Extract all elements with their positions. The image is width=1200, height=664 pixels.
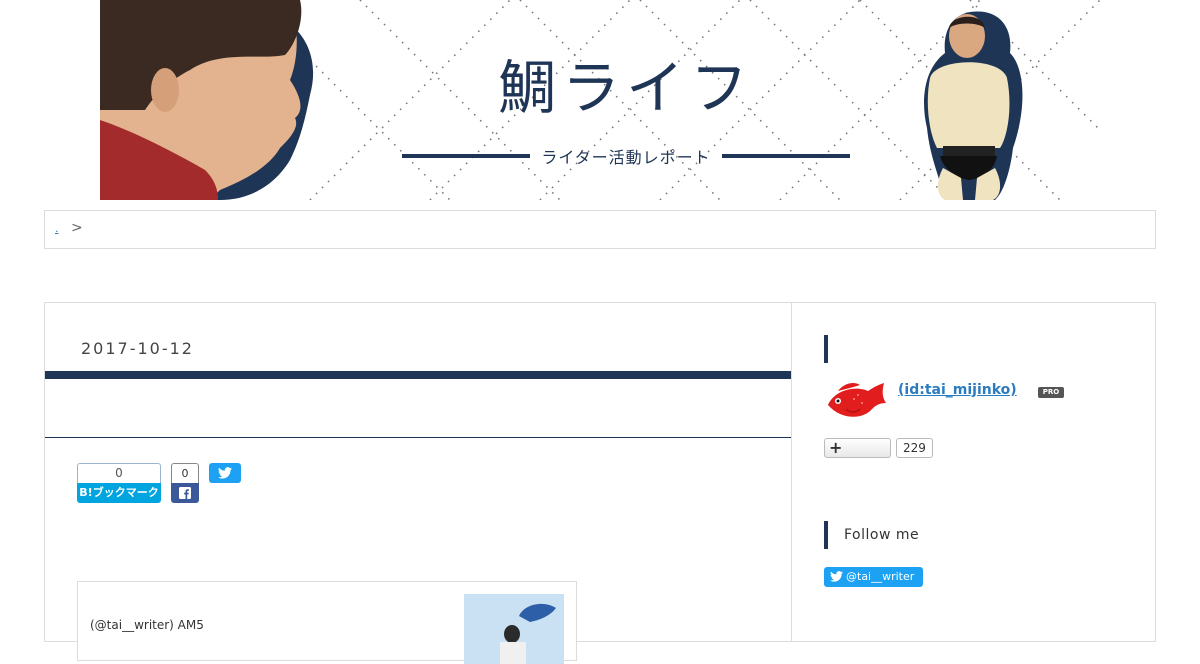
follow-blog-button[interactable]: +: [824, 438, 891, 458]
twitter-follow-label: @tai__writer: [846, 570, 915, 583]
breadcrumb-home-link[interactable]: .: [55, 222, 59, 235]
hatena-bookmark-button[interactable]: 0 B!ブックマーク: [77, 463, 161, 503]
twitter-bird-icon: [218, 467, 232, 479]
entry-date[interactable]: 2017-10-12: [81, 339, 194, 358]
plus-icon: +: [829, 438, 843, 457]
follow-me-section-marker: [824, 521, 828, 549]
title-underline: [45, 437, 792, 438]
portrait-photo-left: [100, 0, 314, 200]
facebook-icon: [179, 487, 191, 499]
twitter-follow-button[interactable]: @tai__writer: [824, 567, 923, 587]
site-title[interactable]: 鯛ライフ: [400, 48, 852, 128]
subtitle-rule-right: [722, 154, 850, 158]
costume-photo-right: [924, 11, 1023, 200]
article-card: 2017-10-12 0 B!ブックマーク 0 (@tai__writer) A…: [44, 302, 792, 664]
embedded-tweet-card[interactable]: (@tai__writer) AM5: [77, 581, 577, 664]
embedded-thumbnail: [464, 594, 564, 664]
facebook-share-button[interactable]: 0: [171, 463, 199, 503]
breadcrumb-separator: >: [70, 220, 83, 236]
pro-badge: PRO: [1038, 387, 1064, 398]
profile-section-marker: [824, 335, 828, 363]
site-subtitle-row: ライター活動レポート: [402, 142, 850, 168]
breadcrumb: . >: [44, 210, 1156, 249]
facebook-label: [171, 483, 199, 503]
profile-id-link[interactable]: (id:tai_mijinko): [898, 382, 1017, 398]
facebook-share-count: 0: [171, 463, 199, 483]
hatena-bookmark-label: B!ブックマーク: [77, 483, 161, 503]
follower-count[interactable]: 229: [896, 438, 933, 458]
hatena-bookmark-count: 0: [77, 463, 161, 483]
thumbnail-photo: [464, 594, 564, 664]
follow-me-heading: Follow me: [844, 527, 920, 543]
sea-bream-avatar-icon[interactable]: [824, 379, 888, 423]
twitter-bird-icon: [830, 571, 843, 582]
twitter-share-button[interactable]: [209, 463, 241, 483]
header-banner[interactable]: 鯛ライフ ライター活動レポート: [100, 0, 1102, 200]
title-accent-bar: [45, 371, 792, 379]
sidebar: (id:tai_mijinko) PRO + 229 Follow me @ta…: [791, 302, 1156, 642]
